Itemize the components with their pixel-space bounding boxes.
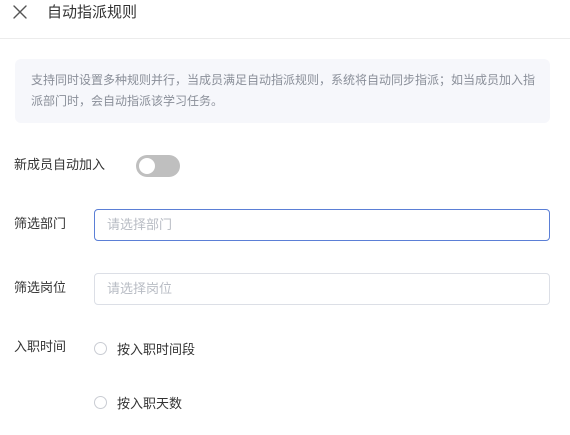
toggle-knob [139, 158, 155, 174]
radio-hire-days-label: 按入职天数 [117, 396, 183, 412]
hire-time-label: 入职时间 [14, 340, 67, 355]
auto-join-toggle[interactable] [136, 155, 180, 177]
radio-hire-days[interactable]: 按入职天数 [94, 393, 183, 412]
position-select[interactable] [94, 273, 550, 305]
radio-circle[interactable] [94, 395, 107, 409]
radio-circle[interactable] [94, 341, 107, 355]
dialog-title: 自动指派规则 [47, 3, 138, 21]
info-notice: 支持同时设置多种规则并行，当成员满足自动指派规则，系统将自动同步指派；如当成员加… [15, 59, 550, 123]
radio-hire-period-label: 按入职时间段 [117, 342, 196, 358]
department-select[interactable] [94, 209, 550, 241]
close-icon[interactable] [11, 3, 29, 21]
department-label: 筛选部门 [14, 217, 67, 232]
dialog-header: 自动指派规则 [0, 0, 570, 39]
auto-join-label: 新成员自动加入 [14, 158, 106, 173]
position-label: 筛选岗位 [14, 281, 67, 296]
radio-hire-period[interactable]: 按入职时间段 [94, 339, 196, 358]
